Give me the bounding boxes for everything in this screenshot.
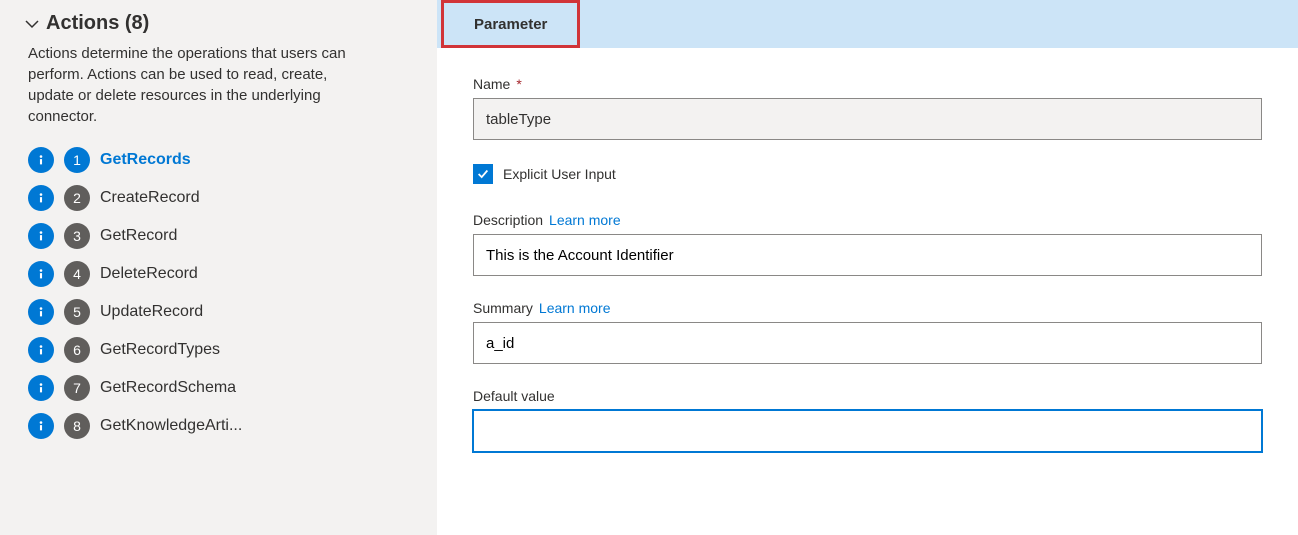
action-label: GetRecordTypes (100, 341, 220, 359)
info-icon[interactable] (28, 375, 54, 401)
default-value-input[interactable] (473, 410, 1262, 452)
action-item-getrecordtypes[interactable]: 6 GetRecordTypes (24, 331, 413, 369)
action-item-getrecordschema[interactable]: 7 GetRecordSchema (24, 369, 413, 407)
action-number-badge: 1 (64, 147, 90, 173)
summary-row: Summary Learn more (473, 300, 1262, 364)
main-panel: Parameter Name * Explicit User Input Des… (437, 0, 1298, 535)
chevron-down-icon (24, 16, 40, 32)
actions-title: Actions (8) (46, 12, 149, 35)
info-icon[interactable] (28, 261, 54, 287)
action-item-deleterecord[interactable]: 4 DeleteRecord (24, 255, 413, 293)
name-input[interactable] (473, 98, 1262, 140)
action-item-getrecord[interactable]: 3 GetRecord (24, 217, 413, 255)
explicit-user-input-checkbox[interactable] (473, 164, 493, 184)
actions-description: Actions determine the operations that us… (24, 43, 413, 127)
info-icon[interactable] (28, 147, 54, 173)
form-area: Name * Explicit User Input Description L… (437, 48, 1298, 535)
description-row: Description Learn more (473, 212, 1262, 276)
name-row: Name * (473, 76, 1262, 140)
sidebar: Actions (8) Actions determine the operat… (0, 0, 437, 535)
description-label: Description Learn more (473, 212, 1262, 228)
action-number-badge: 7 (64, 375, 90, 401)
summary-learn-more-link[interactable]: Learn more (539, 300, 611, 316)
action-item-getknowledgearti[interactable]: 8 GetKnowledgeArti... (24, 407, 413, 445)
checkmark-icon (476, 167, 490, 181)
action-number-badge: 5 (64, 299, 90, 325)
action-label: GetRecordSchema (100, 379, 236, 397)
info-icon[interactable] (28, 299, 54, 325)
default-value-row: Default value (473, 388, 1262, 452)
tab-parameter[interactable]: Parameter (441, 0, 580, 48)
actions-list: 1 GetRecords 2 CreateRecord 3 GetRecord 4 Delet… (24, 141, 413, 445)
action-label: GetKnowledgeArti... (100, 417, 242, 435)
action-number-badge: 8 (64, 413, 90, 439)
default-value-label: Default value (473, 388, 1262, 404)
description-input[interactable] (473, 234, 1262, 276)
action-label: DeleteRecord (100, 265, 198, 283)
summary-input[interactable] (473, 322, 1262, 364)
action-item-updaterecord[interactable]: 5 UpdateRecord (24, 293, 413, 331)
info-icon[interactable] (28, 185, 54, 211)
action-number-badge: 4 (64, 261, 90, 287)
tab-bar: Parameter (437, 0, 1298, 48)
info-icon[interactable] (28, 337, 54, 363)
name-label: Name * (473, 76, 1262, 92)
info-icon[interactable] (28, 413, 54, 439)
action-number-badge: 6 (64, 337, 90, 363)
required-mark: * (516, 76, 521, 92)
actions-header[interactable]: Actions (8) (24, 12, 413, 35)
action-number-badge: 3 (64, 223, 90, 249)
action-item-createrecord[interactable]: 2 CreateRecord (24, 179, 413, 217)
action-number-badge: 2 (64, 185, 90, 211)
explicit-user-input-row: Explicit User Input (473, 164, 1262, 184)
summary-label: Summary Learn more (473, 300, 1262, 316)
info-icon[interactable] (28, 223, 54, 249)
action-label: UpdateRecord (100, 303, 203, 321)
action-label: GetRecords (100, 151, 191, 169)
description-learn-more-link[interactable]: Learn more (549, 212, 621, 228)
action-label: GetRecord (100, 227, 177, 245)
action-item-getrecords[interactable]: 1 GetRecords (24, 141, 413, 179)
action-label: CreateRecord (100, 189, 200, 207)
explicit-user-input-label: Explicit User Input (503, 166, 616, 182)
